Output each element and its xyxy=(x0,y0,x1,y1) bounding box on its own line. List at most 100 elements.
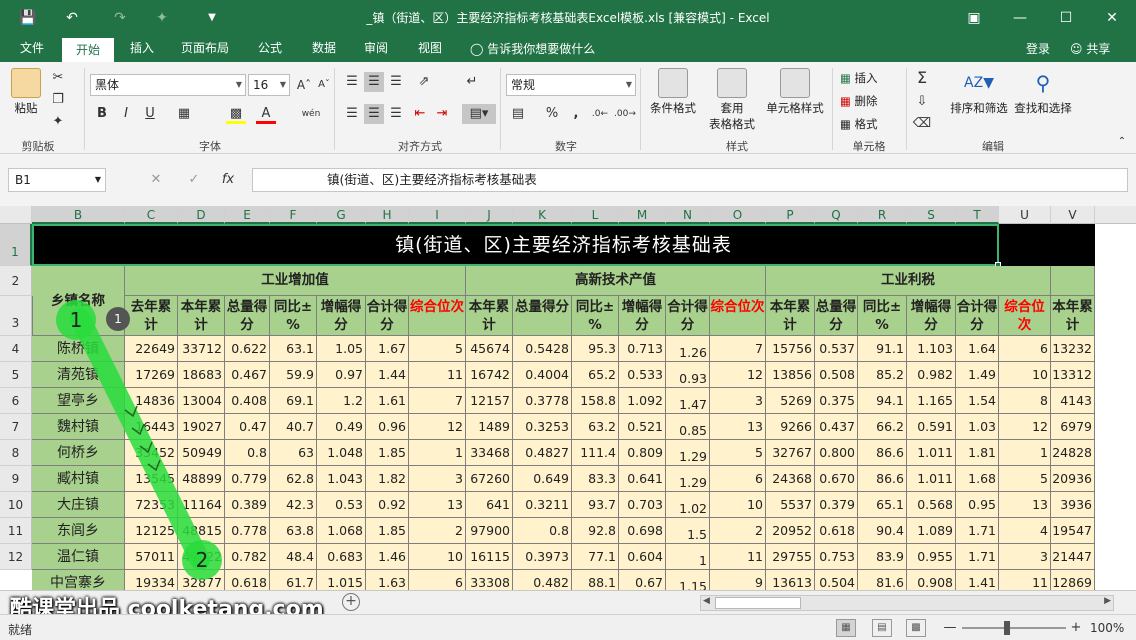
data-cell[interactable]: 13 xyxy=(409,492,466,518)
data-cell[interactable]: 62.8 xyxy=(270,466,317,492)
data-cell[interactable]: 5 xyxy=(710,440,766,466)
column-header-K[interactable]: K xyxy=(513,206,572,224)
sub-header-R[interactable]: 同比±% xyxy=(858,296,907,336)
data-cell[interactable]: 18683 xyxy=(178,362,225,388)
data-cell[interactable]: 14836 xyxy=(125,388,178,414)
sub-header-F[interactable]: 同比±% xyxy=(270,296,317,336)
data-cell[interactable]: 0.504 xyxy=(815,570,858,590)
tab-insert[interactable]: 插入 xyxy=(120,36,164,62)
data-cell[interactable]: 0.4827 xyxy=(513,440,572,466)
data-cell[interactable]: 1.02 xyxy=(666,492,710,518)
merge-center-icon[interactable]: ▤▾ xyxy=(462,104,496,124)
data-cell[interactable]: 6 xyxy=(999,336,1051,362)
italic-button[interactable]: I xyxy=(116,104,136,124)
align-middle-icon[interactable]: ☰ xyxy=(364,72,384,92)
data-cell[interactable]: 12869 xyxy=(1051,570,1095,590)
data-cell[interactable]: 2 xyxy=(409,518,466,544)
data-cell[interactable]: 63.2 xyxy=(572,414,619,440)
sub-header-Q[interactable]: 总量得分 xyxy=(815,296,858,336)
tell-me-box[interactable]: ◯ 告诉我你想要做什么 xyxy=(470,40,595,57)
data-cell[interactable]: 0.618 xyxy=(815,518,858,544)
data-cell[interactable]: 77.1 xyxy=(572,544,619,570)
align-center-icon[interactable]: ☰ xyxy=(364,104,384,124)
normal-view-icon[interactable]: ▦ xyxy=(836,619,856,637)
confirm-entry-icon[interactable]: ✓ xyxy=(184,170,204,190)
data-cell[interactable]: 11164 xyxy=(178,492,225,518)
data-cell[interactable]: 10 xyxy=(999,362,1051,388)
data-cell[interactable]: 69.1 xyxy=(270,388,317,414)
column-header-I[interactable]: I xyxy=(409,206,466,224)
data-cell[interactable]: 1.64 xyxy=(956,336,999,362)
data-cell[interactable]: 0.698 xyxy=(619,518,666,544)
data-cell[interactable]: 86.6 xyxy=(858,440,907,466)
data-cell[interactable]: 8 xyxy=(999,388,1051,414)
data-cell[interactable]: 20936 xyxy=(1051,466,1095,492)
column-header-B[interactable]: B xyxy=(32,206,125,224)
comma-button[interactable]: , xyxy=(566,104,586,124)
data-cell[interactable]: 0.604 xyxy=(619,544,666,570)
column-header-P[interactable]: P xyxy=(766,206,815,224)
data-cell[interactable]: 12157 xyxy=(466,388,513,414)
underline-button[interactable]: U xyxy=(140,104,160,124)
tab-data[interactable]: 数据 xyxy=(302,36,346,62)
data-cell[interactable]: 12 xyxy=(999,414,1051,440)
data-cell[interactable]: 1.63 xyxy=(366,570,409,590)
data-cell[interactable]: 0.3973 xyxy=(513,544,572,570)
town-name-cell[interactable]: 大庄镇 xyxy=(32,492,125,518)
data-cell[interactable]: 0.375 xyxy=(815,388,858,414)
align-top-icon[interactable]: ☰ xyxy=(342,72,362,92)
data-cell[interactable]: 0.908 xyxy=(907,570,956,590)
data-cell[interactable]: 50949 xyxy=(178,440,225,466)
data-cell[interactable]: 4 xyxy=(999,518,1051,544)
name-box[interactable]: B1 ▼ xyxy=(8,168,106,192)
data-cell[interactable]: 7 xyxy=(409,388,466,414)
data-cell[interactable]: 2 xyxy=(710,518,766,544)
data-cell[interactable]: 0.53 xyxy=(317,492,366,518)
data-cell[interactable]: 95.3 xyxy=(572,336,619,362)
data-cell[interactable]: 1.092 xyxy=(619,388,666,414)
data-cell[interactable]: 0.8 xyxy=(513,518,572,544)
data-cell[interactable]: 22649 xyxy=(125,336,178,362)
data-cell[interactable]: 0.408 xyxy=(225,388,270,414)
sub-header-K[interactable]: 总量得分 xyxy=(513,296,572,336)
format-as-table-button[interactable]: 套用 表格格式 xyxy=(704,68,760,132)
column-header-C[interactable]: C xyxy=(125,206,178,224)
data-cell[interactable]: 0.537 xyxy=(815,336,858,362)
data-cell[interactable]: 3936 xyxy=(1051,492,1095,518)
group-header-1[interactable]: 高新技术产值 xyxy=(466,266,766,296)
border-icon[interactable]: ▦ xyxy=(174,104,194,124)
data-cell[interactable]: 85.2 xyxy=(858,362,907,388)
sub-header-G[interactable]: 增幅得分 xyxy=(317,296,366,336)
format-painter-icon[interactable]: ✦ xyxy=(152,8,172,28)
data-cell[interactable]: 1.49 xyxy=(956,362,999,388)
data-cell[interactable]: 1.85 xyxy=(366,518,409,544)
data-cell[interactable]: 0.591 xyxy=(907,414,956,440)
data-cell[interactable]: 0.641 xyxy=(619,466,666,492)
zoom-out-icon[interactable]: — xyxy=(940,618,960,638)
maximize-icon[interactable]: ☐ xyxy=(1054,6,1078,30)
data-cell[interactable]: 61.7 xyxy=(270,570,317,590)
data-cell[interactable]: 0.800 xyxy=(815,440,858,466)
data-cell[interactable]: 0.482 xyxy=(513,570,572,590)
sub-header-U[interactable]: 综合位次 xyxy=(999,296,1051,336)
scroll-left-icon[interactable]: ◀ xyxy=(703,596,710,606)
data-cell[interactable]: 0.778 xyxy=(225,518,270,544)
data-cell[interactable]: 1.71 xyxy=(956,518,999,544)
worksheet-grid[interactable]: BCDEFGHIJKLMNOPQRSTUV 1 2 3 4 5 6 7 8 9 10 11 12 镇(… xyxy=(0,206,1136,590)
number-format-combo[interactable]: 常规 ▼ xyxy=(506,74,636,96)
town-name-cell[interactable]: 陈桥镇 xyxy=(32,336,125,362)
data-cell[interactable]: 0.618 xyxy=(225,570,270,590)
data-cell[interactable]: 1.29 xyxy=(666,440,710,466)
data-cell[interactable]: 1.81 xyxy=(956,440,999,466)
data-cell[interactable]: 40.7 xyxy=(270,414,317,440)
data-cell[interactable]: 1.26 xyxy=(666,336,710,362)
data-cell[interactable]: 3 xyxy=(999,544,1051,570)
data-cell[interactable]: 0.85 xyxy=(666,414,710,440)
data-cell[interactable]: 0.47 xyxy=(225,414,270,440)
share-button[interactable]: ☺ 共享 xyxy=(1064,38,1116,59)
increase-font-icon[interactable]: Aˆ xyxy=(294,75,314,95)
data-cell[interactable]: 1.011 xyxy=(907,466,956,492)
data-cell[interactable]: 1.82 xyxy=(366,466,409,492)
data-cell[interactable]: 0.8 xyxy=(225,440,270,466)
data-cell[interactable]: 57011 xyxy=(125,544,178,570)
